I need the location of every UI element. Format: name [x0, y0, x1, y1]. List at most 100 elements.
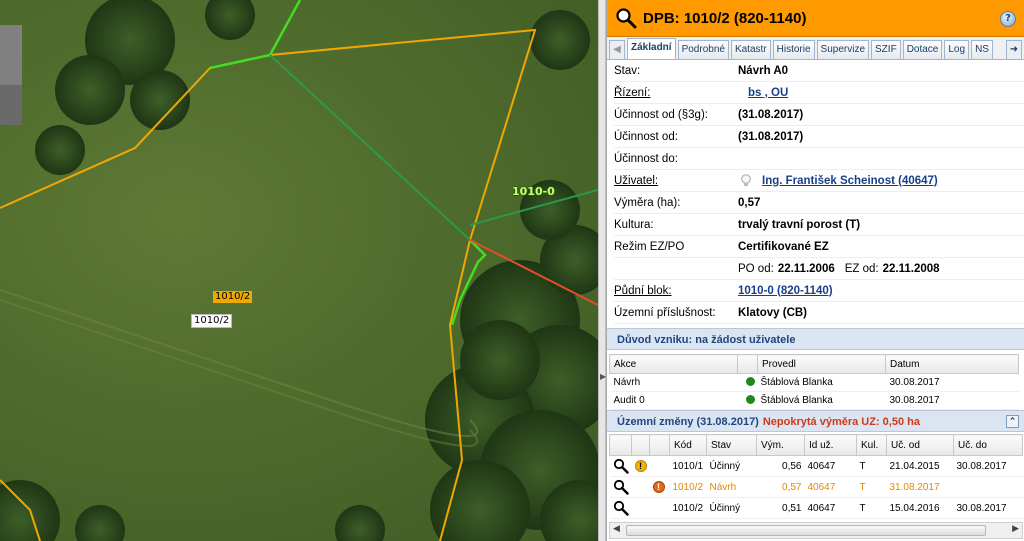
duvod-title: Důvod vzniku: na žádost uživatele	[617, 334, 796, 346]
ucinnost-do-cell: 30.08.2017	[953, 455, 1023, 477]
kod-cell: 1010/2	[669, 476, 707, 498]
pudni-blok-label[interactable]: Půdní blok:	[614, 280, 738, 301]
column-header[interactable]: Stav	[706, 434, 757, 456]
datum-cell: 30.08.2017	[885, 373, 1019, 392]
stav-cell: Návrh	[706, 476, 757, 498]
column-header[interactable]: Kul.	[856, 434, 887, 456]
vymera-cell: 0,56	[756, 455, 805, 477]
po-od-label: PO od:	[738, 262, 774, 275]
column-header[interactable]: Akce	[609, 354, 738, 374]
rizeni-link[interactable]: bs , OU	[748, 82, 788, 104]
id-cell: 40647	[804, 476, 857, 498]
tab-scroll-right-icon[interactable]: ➜	[1006, 40, 1022, 59]
tab-zakladni[interactable]: Základní	[627, 38, 676, 59]
uzemni-prislusnost-value: Klatovy (CB)	[738, 306, 808, 319]
tab-historie[interactable]: Historie	[772, 40, 815, 59]
scroll-left-icon[interactable]: ◀	[613, 524, 620, 534]
help-icon[interactable]: ?	[1000, 11, 1016, 27]
table-header-row: Akce Provedl Datum	[609, 354, 1019, 374]
warning-icon: !	[634, 460, 647, 472]
table-row[interactable]: ! 1010/1 Účinný 0,56 40647 T 21.04.2015 …	[609, 455, 1023, 477]
tab-podrobne[interactable]: Podrobné	[677, 40, 729, 59]
detail-row: Účinnost do:	[614, 148, 1024, 170]
info-panel: DPB: 1010/2 (820-1140) ? ◀ Základní Podr…	[606, 0, 1024, 541]
ucinnost-do-cell	[953, 476, 1023, 498]
column-header[interactable]: Datum	[885, 354, 1019, 374]
magnifier-icon[interactable]	[613, 458, 629, 474]
tab-scroll-left-icon[interactable]: ◀	[609, 40, 625, 59]
scrollbar-thumb[interactable]	[626, 525, 986, 536]
table-row[interactable]: 1010/2 Účinný 0,51 40647 T 15.04.2016 30…	[609, 497, 1023, 519]
zmeny-section: Územní změny (31.08.2017) Nepokrytá výměr…	[607, 410, 1024, 519]
horizontal-scrollbar[interactable]: ◀ ▶	[609, 522, 1023, 539]
detail-row: Územní příslušnost: Klatovy (CB)	[614, 302, 1024, 324]
table-row[interactable]: ! 1010/2 Návrh 0,57 40647 T 31.08.2017	[609, 476, 1023, 498]
ucinnost-3g-label: Účinnost od (§3g):	[614, 109, 708, 121]
vymera-label: Výměra (ha):	[614, 197, 681, 209]
column-header[interactable]: Vým.	[756, 434, 805, 456]
parcel-label: 1010/2	[213, 291, 253, 303]
status-ok-icon	[745, 377, 755, 386]
scroll-right-icon[interactable]: ▶	[1012, 524, 1019, 534]
vymera-cell: 0,51	[756, 497, 805, 519]
table-row[interactable]: Návrh Štáblová Blanka 30.08.2017	[609, 373, 1019, 392]
tab-dotace[interactable]: Dotace	[902, 40, 943, 59]
warning-icon: !	[652, 481, 665, 493]
ucinnost-od-cell: 15.04.2016	[886, 497, 954, 519]
tab-supervize[interactable]: Supervize	[816, 40, 870, 59]
stav-cell: Účinný	[706, 497, 757, 519]
ucinnost-od-cell: 31.08.2017	[886, 476, 954, 498]
column-header[interactable]: Provedl	[757, 354, 886, 374]
ucinnost-od-label: Účinnost od:	[614, 131, 678, 143]
provedl-cell: Štáblová Blanka	[760, 377, 833, 388]
kultura-cell: T	[856, 497, 887, 519]
uzemni-prislusnost-label: Územní příslušnost:	[614, 307, 716, 319]
block-label: 1010-0	[512, 185, 555, 198]
table-row[interactable]: Audit 0 Štáblová Blanka 30.08.2017	[609, 391, 1019, 410]
ucinnost-3g-value: (31.08.2017)	[738, 108, 804, 121]
detail-row: PO od: 22.11.2006 EZ od: 22.11.2008	[614, 258, 1024, 280]
map-view[interactable]: 1010/2 1010/2 1010-0	[0, 0, 598, 541]
zmeny-warning: Nepokrytá výměra UZ: 0,50 ha	[762, 416, 920, 428]
column-header[interactable]: Kód	[669, 434, 707, 456]
tab-katastr[interactable]: Katastr	[730, 40, 771, 59]
tab-ns[interactable]: NS	[971, 40, 993, 59]
ez-od-value: 22.11.2008	[882, 262, 940, 275]
pudni-blok-link[interactable]: 1010-0 (820-1140)	[738, 280, 833, 302]
stav-label: Stav:	[614, 65, 641, 77]
vymera-value: 0,57	[738, 196, 761, 209]
panel-splitter[interactable]: ▶	[598, 0, 606, 541]
detail-row: Účinnost od: (31.08.2017)	[614, 126, 1024, 148]
akce-cell: Audit 0	[609, 391, 738, 410]
column-header[interactable]: Uč. od	[886, 434, 954, 456]
uzivatel-link[interactable]: Ing. František Scheinost (40647)	[762, 170, 938, 192]
collapse-up-icon[interactable]: ⌃	[1006, 415, 1019, 428]
rizeni-label[interactable]: Řízení:	[614, 82, 738, 103]
tab-log[interactable]: Log	[944, 40, 970, 59]
uzivatel-label[interactable]: Uživatel:	[614, 170, 738, 191]
magnifier-icon[interactable]	[613, 479, 629, 495]
detail-row: Půdní blok: 1010-0 (820-1140)	[614, 280, 1024, 302]
detail-row: Účinnost od (§3g): (31.08.2017)	[614, 104, 1024, 126]
column-header[interactable]	[737, 354, 758, 374]
kultura-cell: T	[856, 455, 887, 477]
column-header[interactable]: Uč. do	[953, 434, 1023, 456]
detail-row: Řízení: bs , OU	[614, 82, 1024, 104]
tab-szif[interactable]: SZIF	[871, 40, 901, 59]
parcel-label: 1010/2	[191, 314, 233, 328]
zmeny-title: Územní změny (31.08.2017)	[617, 416, 759, 428]
lightbulb-icon[interactable]	[740, 173, 752, 188]
zmeny-section-header: Územní změny (31.08.2017) Nepokrytá výměr…	[607, 410, 1024, 432]
id-cell: 40647	[804, 455, 857, 477]
column-header	[631, 434, 650, 456]
magnifier-icon[interactable]	[613, 500, 629, 516]
id-cell: 40647	[804, 497, 857, 519]
ucinnost-od-value: (31.08.2017)	[738, 130, 804, 143]
rezim-value: Certifikované EZ	[738, 240, 829, 253]
detail-row: Uživatel: Ing. František Scheinost (4064…	[614, 170, 1024, 192]
magnifier-icon	[616, 8, 637, 29]
map-canvas[interactable]	[0, 0, 598, 541]
kod-cell: 1010/1	[669, 455, 707, 477]
column-header[interactable]: Id už.	[804, 434, 857, 456]
provedl-cell: Štáblová Blanka	[760, 395, 833, 406]
